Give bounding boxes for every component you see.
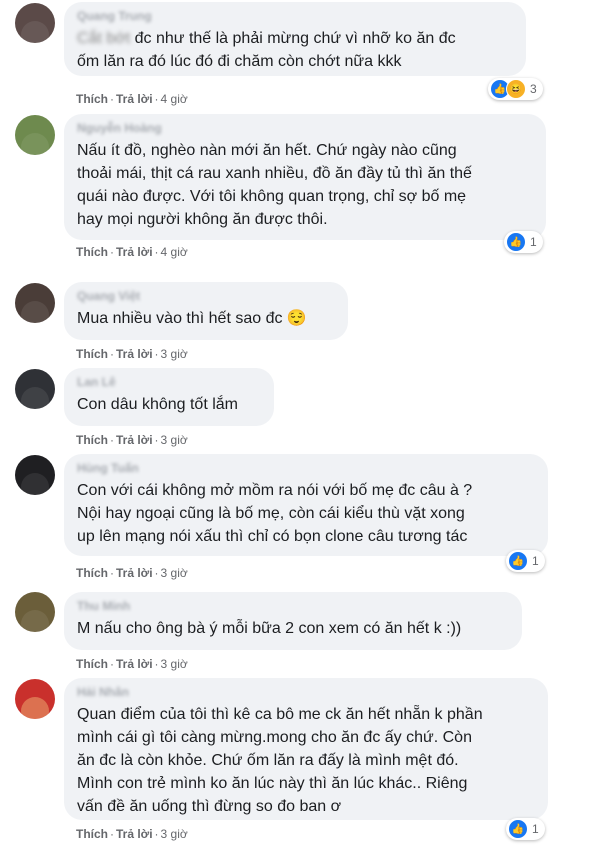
comment-bubble: Quang Việt Mua nhiều vào thì hết sao đc …	[64, 282, 348, 340]
commenter-name[interactable]: Nguyễn Hoàng	[77, 121, 532, 137]
comment-bubble: Quang Trung Cắt bớt đc như thế là phải m…	[64, 2, 526, 76]
comment-time[interactable]: 4 giờ	[161, 245, 188, 259]
comment-time[interactable]: 3 giờ	[161, 347, 188, 361]
like-icon: 👍	[506, 232, 526, 252]
avatar[interactable]	[15, 115, 55, 155]
comment-text: M nấu cho ông bà ý mỗi bữa 2 con xem có …	[77, 620, 462, 637]
commenter-name[interactable]: Hùng Tuấn	[77, 461, 534, 477]
reaction-summary[interactable]: 👍 1	[506, 550, 545, 572]
reaction-count: 1	[532, 822, 539, 836]
comment-time[interactable]: 4 giờ	[161, 92, 188, 106]
like-button[interactable]: Thích	[76, 347, 108, 361]
like-button[interactable]: Thích	[76, 657, 108, 671]
reply-button[interactable]: Trả lời	[116, 827, 153, 841]
comment-time[interactable]: 3 giờ	[161, 566, 188, 580]
reaction-count: 1	[530, 235, 537, 249]
comment-actions: Thích · Trả lời · 3 giờ	[76, 657, 188, 671]
reply-button[interactable]: Trả lời	[116, 433, 153, 447]
comment-actions: Thích · Trả lời · 3 giờ	[76, 566, 188, 580]
comment-actions: Thích · Trả lời · 3 giờ	[76, 347, 188, 361]
commenter-name[interactable]: Quang Việt	[77, 289, 334, 305]
avatar[interactable]	[15, 592, 55, 632]
like-button[interactable]: Thích	[76, 433, 108, 447]
reaction-summary[interactable]: 👍 1	[504, 231, 543, 253]
comment-actions: Thích · Trả lời · 3 giờ	[76, 433, 188, 447]
avatar[interactable]	[15, 283, 55, 323]
reply-button[interactable]: Trả lời	[116, 657, 153, 671]
avatar[interactable]	[15, 679, 55, 719]
comment-text: Nấu ít đồ, nghèo nàn mới ăn hết. Chứ ngà…	[77, 142, 472, 228]
comment-bubble: Hùng Tuấn Con với cái không mở mồm ra nó…	[64, 454, 548, 556]
comment-text: Quan điểm của tôi thì kê ca bô me ck ăn …	[77, 706, 483, 815]
comment-text: Mua nhiều vào thì hết sao đc 😌	[77, 310, 307, 327]
reaction-count: 3	[530, 82, 537, 96]
comment-time[interactable]: 3 giờ	[161, 827, 188, 841]
comment-bubble: Thu Minh M nấu cho ông bà ý mỗi bữa 2 co…	[64, 592, 522, 650]
commenter-name[interactable]: Lan Lê	[77, 375, 260, 391]
reaction-summary[interactable]: 👍 1	[506, 818, 545, 840]
reply-button[interactable]: Trả lời	[116, 245, 153, 259]
comment-bubble: Hải Nhân Quan điểm của tôi thì kê ca bô …	[64, 678, 548, 820]
blurred-mention: Cắt bớt	[77, 30, 131, 47]
avatar[interactable]	[15, 3, 55, 43]
commenter-name[interactable]: Hải Nhân	[77, 685, 534, 701]
comment-actions: Thích · Trả lời · 4 giờ	[76, 245, 188, 259]
commenter-name[interactable]: Quang Trung	[77, 9, 512, 25]
haha-icon: 😆	[506, 79, 526, 99]
reaction-count: 1	[532, 554, 539, 568]
comment-text: Con với cái không mở mồm ra nói với bố m…	[77, 482, 473, 545]
comment-bubble: Nguyễn Hoàng Nấu ít đồ, nghèo nàn mới ăn…	[64, 114, 546, 240]
reply-button[interactable]: Trả lời	[116, 566, 153, 580]
comment-text: Con dâu không tốt lắm	[77, 396, 238, 413]
like-button[interactable]: Thích	[76, 566, 108, 580]
comment-bubble: Lan Lê Con dâu không tốt lắm	[64, 368, 274, 426]
commenter-name[interactable]: Thu Minh	[77, 599, 508, 615]
comment-time[interactable]: 3 giờ	[161, 433, 188, 447]
reaction-summary[interactable]: 👍 😆 3	[488, 78, 543, 100]
reply-button[interactable]: Trả lời	[116, 92, 153, 106]
like-icon: 👍	[508, 551, 528, 571]
avatar[interactable]	[15, 455, 55, 495]
comment-text: Cắt bớt đc như thế là phải mừng chứ vì n…	[77, 30, 456, 70]
like-button[interactable]: Thích	[76, 245, 108, 259]
reply-button[interactable]: Trả lời	[116, 347, 153, 361]
comment-actions: Thích · Trả lời · 3 giờ	[76, 827, 188, 841]
like-button[interactable]: Thích	[76, 827, 108, 841]
avatar[interactable]	[15, 369, 55, 409]
comment-actions: Thích · Trả lời · 4 giờ	[76, 92, 188, 106]
like-button[interactable]: Thích	[76, 92, 108, 106]
comment-time[interactable]: 3 giờ	[161, 657, 188, 671]
like-icon: 👍	[508, 819, 528, 839]
